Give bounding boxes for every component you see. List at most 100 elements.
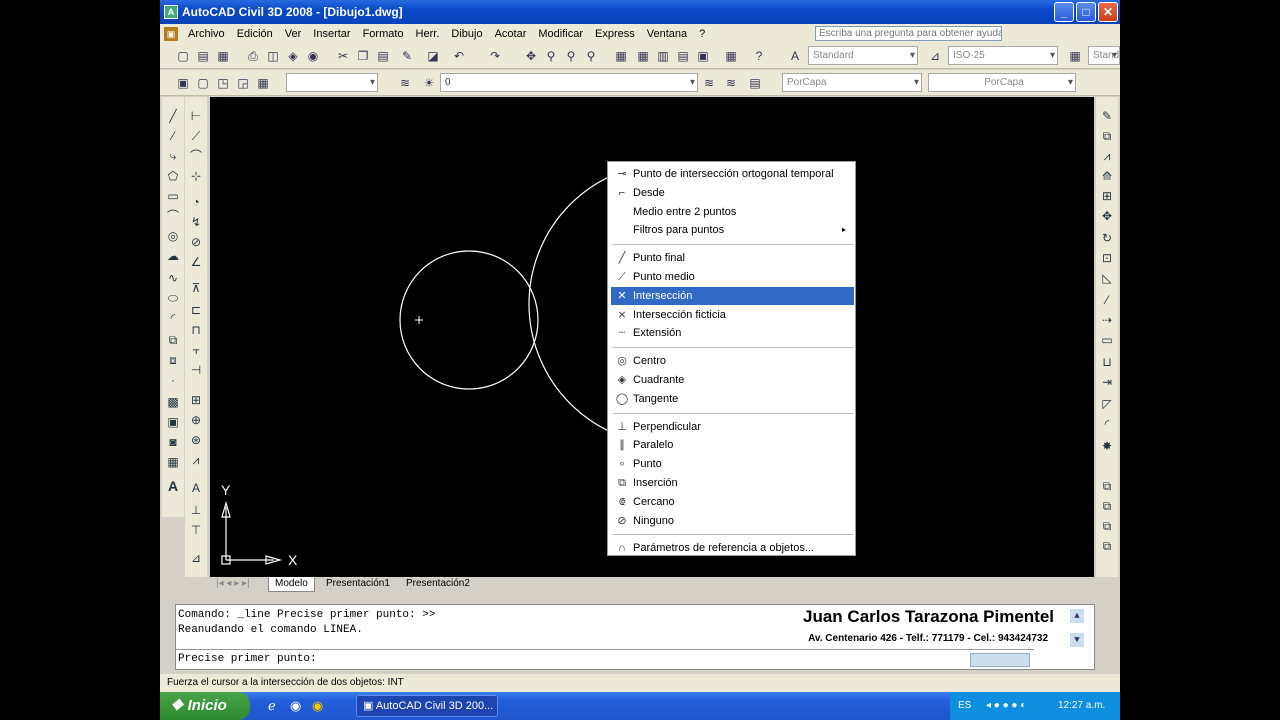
color-select[interactable]: PorCapa [782, 73, 922, 92]
jogged-linear-icon[interactable]: ⩘ [187, 451, 205, 469]
draw-order-icon[interactable]: ⧉ [1098, 477, 1116, 495]
layer-select[interactable]: 0 [440, 73, 698, 92]
menu-item-medio-entre-2-puntos[interactable]: Medio entre 2 puntos [611, 203, 854, 221]
rotate-icon[interactable]: ↻ [1098, 229, 1116, 247]
design-center-icon[interactable]: ▦ [634, 47, 652, 65]
polyline-icon[interactable]: ⤷ [164, 147, 182, 165]
menu-ventana[interactable]: Ventana [641, 28, 693, 40]
menu-item-parámetros-de-referencia-a-objetos[interactable]: ∩ Parámetros de referencia a objetos... [611, 539, 854, 557]
dim-update-icon[interactable]: ⊤ [187, 521, 205, 539]
jogged-icon[interactable]: ↯ [187, 213, 205, 231]
menu-item-paralelo[interactable]: ∥ Paralelo [611, 436, 854, 454]
copy-icon[interactable]: ❐ [354, 47, 372, 65]
menu-item-extensión[interactable]: ┄ Extensión [611, 324, 854, 342]
send-back-icon[interactable]: ⧉ [1098, 517, 1116, 535]
region-icon[interactable]: ◙ [164, 433, 182, 451]
gradient-icon[interactable]: ▣ [164, 413, 182, 431]
workspace-select[interactable] [286, 73, 378, 92]
tolerance-icon[interactable]: ⊞ [187, 391, 205, 409]
menu-item-filtros-para-puntos[interactable]: Filtros para puntos ▸ [611, 221, 854, 239]
media-icon[interactable]: ◉ [312, 698, 323, 714]
open-icon[interactable]: ▤ [194, 47, 212, 65]
make-block-icon[interactable]: ⧈ [164, 351, 182, 369]
publish-icon[interactable]: ◈ [284, 47, 302, 65]
block-editor-icon[interactable]: ◪ [424, 47, 442, 65]
construction-line-icon[interactable]: ⁄ [164, 127, 182, 145]
tab-presentacion2[interactable]: Presentación2 [400, 577, 476, 592]
point-icon[interactable]: · [164, 371, 182, 389]
hatch-icon[interactable]: ▩ [164, 393, 182, 411]
erase-icon[interactable]: ✎ [1098, 107, 1116, 125]
join-icon[interactable]: ⇥ [1098, 373, 1116, 391]
text-style-select[interactable]: Standard [808, 46, 918, 65]
table-style-select[interactable]: Stand [1088, 46, 1120, 65]
menu-archivo[interactable]: Archivo [182, 28, 231, 40]
menu-dibujo[interactable]: Dibujo [445, 28, 488, 40]
layer-on-icon[interactable]: ☀ [420, 74, 438, 92]
insert-block-icon[interactable]: ⧉ [164, 331, 182, 349]
trim-icon[interactable]: ⁄ [1098, 291, 1116, 309]
help-icon[interactable]: ? [750, 47, 768, 65]
undo-icon[interactable]: ↶ [450, 47, 468, 65]
menu-item-perpendicular[interactable]: ⊥ Perpendicular [611, 418, 854, 436]
menu-item-centro[interactable]: ◎ Centro [611, 352, 854, 370]
ellipse-icon[interactable]: ⬭ [164, 289, 182, 307]
scroll-down-icon[interactable]: ▼ [1070, 633, 1084, 647]
menu-acotar[interactable]: Acotar [489, 28, 533, 40]
baseline-icon[interactable]: ⊏ [187, 301, 205, 319]
match-properties-icon[interactable]: ✎ [398, 47, 416, 65]
radius-dim-icon[interactable]: ◔ [187, 193, 205, 211]
bring-front-icon[interactable]: ⧉ [1098, 497, 1116, 515]
properties-icon[interactable]: ▦ [612, 47, 630, 65]
save-icon[interactable]: ▦ [214, 47, 232, 65]
dim-text-edit-icon[interactable]: ⊥ [187, 501, 205, 519]
ie-icon[interactable]: ℯ [268, 698, 276, 714]
dim-space-icon[interactable]: ⫟ [187, 341, 205, 359]
scale-icon[interactable]: ⊡ [1098, 249, 1116, 267]
menu-item-inserción[interactable]: ⧉ Inserción [611, 474, 854, 492]
angular-dim-icon[interactable]: ∠ [187, 253, 205, 271]
menu-item-punto-final[interactable]: ╱ Punto final [611, 249, 854, 267]
fillet-icon[interactable]: ◜ [1098, 415, 1116, 433]
menu-insertar[interactable]: Insertar [307, 28, 356, 40]
bring-above-icon[interactable]: ⧉ [1098, 537, 1116, 555]
aligned-dim-icon[interactable]: ⟋ [187, 127, 205, 145]
break-at-point-icon[interactable]: ▭ [1098, 331, 1116, 349]
tab-presentacion1[interactable]: Presentación1 [320, 577, 396, 592]
layer-previous-icon[interactable]: ≋ [722, 74, 740, 92]
diameter-dim-icon[interactable]: ⊘ [187, 233, 205, 251]
circle-icon[interactable]: ◎ [164, 227, 182, 245]
tray-icons[interactable]: ◂ ● ● ● ◐ [986, 692, 1026, 720]
markup-icon[interactable]: ▣ [694, 47, 712, 65]
arc-length-icon[interactable]: ⌒ [187, 147, 205, 165]
menu-item-punto-de-intersección-ortogonal-temporal[interactable]: ⊸ Punto de intersección ortogonal tempora… [611, 165, 854, 183]
maximize-button[interactable]: □ [1076, 2, 1096, 22]
zoom-window-icon[interactable]: ⚲ [562, 47, 580, 65]
continue-icon[interactable]: ⊓ [187, 321, 205, 339]
workspace2-icon[interactable]: ▢ [194, 74, 212, 92]
menu-item-ninguno[interactable]: ⊘ Ninguno [611, 512, 854, 530]
rectangle-icon[interactable]: ▭ [164, 187, 182, 205]
arc-icon[interactable]: ⌒ [164, 207, 182, 225]
chamfer-icon[interactable]: ◸ [1098, 395, 1116, 413]
ordinate-icon[interactable]: ⊹ [187, 167, 205, 185]
start-button[interactable]: ❖ Inicio [160, 692, 250, 720]
spline-icon[interactable]: ∿ [164, 269, 182, 287]
menu-item-cercano[interactable]: ⟃ Cercano [611, 493, 854, 511]
pan-icon[interactable]: ✥ [522, 47, 540, 65]
tab-modelo[interactable]: Modelo [268, 577, 315, 592]
taskbar-autocad[interactable]: ▣ AutoCAD Civil 3D 200... [356, 695, 498, 717]
zoom-realtime-icon[interactable]: ⚲ [542, 47, 560, 65]
zoom-previous-icon[interactable]: ⚲ [582, 47, 600, 65]
extend-icon[interactable]: ⇢ [1098, 311, 1116, 329]
tab-nav-arrows[interactable]: |◂ ◂ ▸ ▸| [210, 577, 256, 592]
layer-state-icon[interactable]: ▤ [746, 74, 764, 92]
menu-item-cuadrante[interactable]: ◈ Cuadrante [611, 371, 854, 389]
redo-icon[interactable]: ↷ [486, 47, 504, 65]
explode-icon[interactable]: ✸ [1098, 437, 1116, 455]
menu-herr[interactable]: Herr. [410, 28, 446, 40]
multiline-text-icon[interactable]: A [164, 477, 182, 495]
preview-icon[interactable]: ◫ [264, 47, 282, 65]
firefox-icon[interactable]: ◉ [290, 698, 301, 714]
workspace4-icon[interactable]: ◲ [234, 74, 252, 92]
